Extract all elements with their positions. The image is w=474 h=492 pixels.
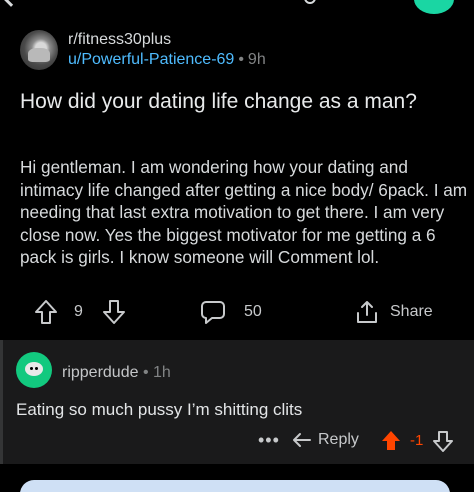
post-age: 9h bbox=[247, 51, 266, 68]
upvote-arrow-icon[interactable] bbox=[380, 430, 402, 452]
user-avatar[interactable] bbox=[414, 0, 454, 14]
meta-separator: • bbox=[238, 51, 244, 68]
more-dots-icon[interactable]: ••• bbox=[258, 430, 280, 451]
comment-meta: ripperdude • 1h bbox=[62, 364, 171, 382]
post-body: Hi gentleman. I am wondering how your da… bbox=[20, 157, 468, 268]
comment-score: -1 bbox=[410, 432, 424, 449]
comments-button[interactable] bbox=[200, 296, 226, 328]
post-title: How did your dating life change as a man… bbox=[20, 90, 417, 113]
comment-text: Eating so much pussy I’m shitting clits bbox=[16, 400, 303, 419]
reply-button[interactable]: Reply bbox=[292, 431, 359, 449]
subreddit-name[interactable]: r/fitness30plus bbox=[68, 30, 171, 50]
comment-bubble-icon bbox=[201, 301, 225, 324]
comment-action-bar: ••• Reply -1 bbox=[0, 428, 474, 456]
top-nav-bar bbox=[0, 0, 474, 16]
post-header: r/fitness30plus u/Powerful-Patience-69 • 9… bbox=[20, 30, 460, 72]
subreddit-avatar[interactable] bbox=[20, 30, 58, 70]
reply-label: Reply bbox=[318, 431, 359, 448]
reply-arrow-icon bbox=[293, 433, 311, 447]
post-meta: u/Powerful-Patience-69 • 9h bbox=[68, 50, 266, 70]
post-score: 9 bbox=[74, 303, 83, 320]
downvote-arrow-icon[interactable] bbox=[432, 430, 454, 452]
post-action-bar: 9 50 Share bbox=[0, 296, 474, 328]
comment-author[interactable]: ripperdude bbox=[62, 364, 139, 381]
comments-count: 50 bbox=[244, 303, 262, 320]
upvote-arrow-icon bbox=[35, 300, 57, 324]
add-comment-input[interactable] bbox=[20, 480, 450, 492]
comment-thread-line bbox=[0, 340, 3, 464]
post-author[interactable]: u/Powerful-Patience-69 bbox=[68, 51, 234, 68]
downvote-arrow-icon bbox=[103, 300, 125, 324]
comment-age: 1h bbox=[153, 364, 171, 381]
search-icon[interactable] bbox=[304, 0, 330, 6]
share-button[interactable]: Share bbox=[354, 296, 433, 328]
comment-separator: • bbox=[142, 364, 149, 381]
upvote-button[interactable] bbox=[34, 296, 58, 328]
share-label: Share bbox=[390, 303, 433, 320]
downvote-button[interactable] bbox=[102, 296, 126, 328]
commenter-avatar[interactable] bbox=[16, 352, 52, 388]
share-icon bbox=[357, 301, 377, 323]
comment-card: ripperdude • 1h Eating so much pussy I’m… bbox=[0, 340, 474, 464]
back-arrow-icon[interactable] bbox=[1, 0, 21, 7]
